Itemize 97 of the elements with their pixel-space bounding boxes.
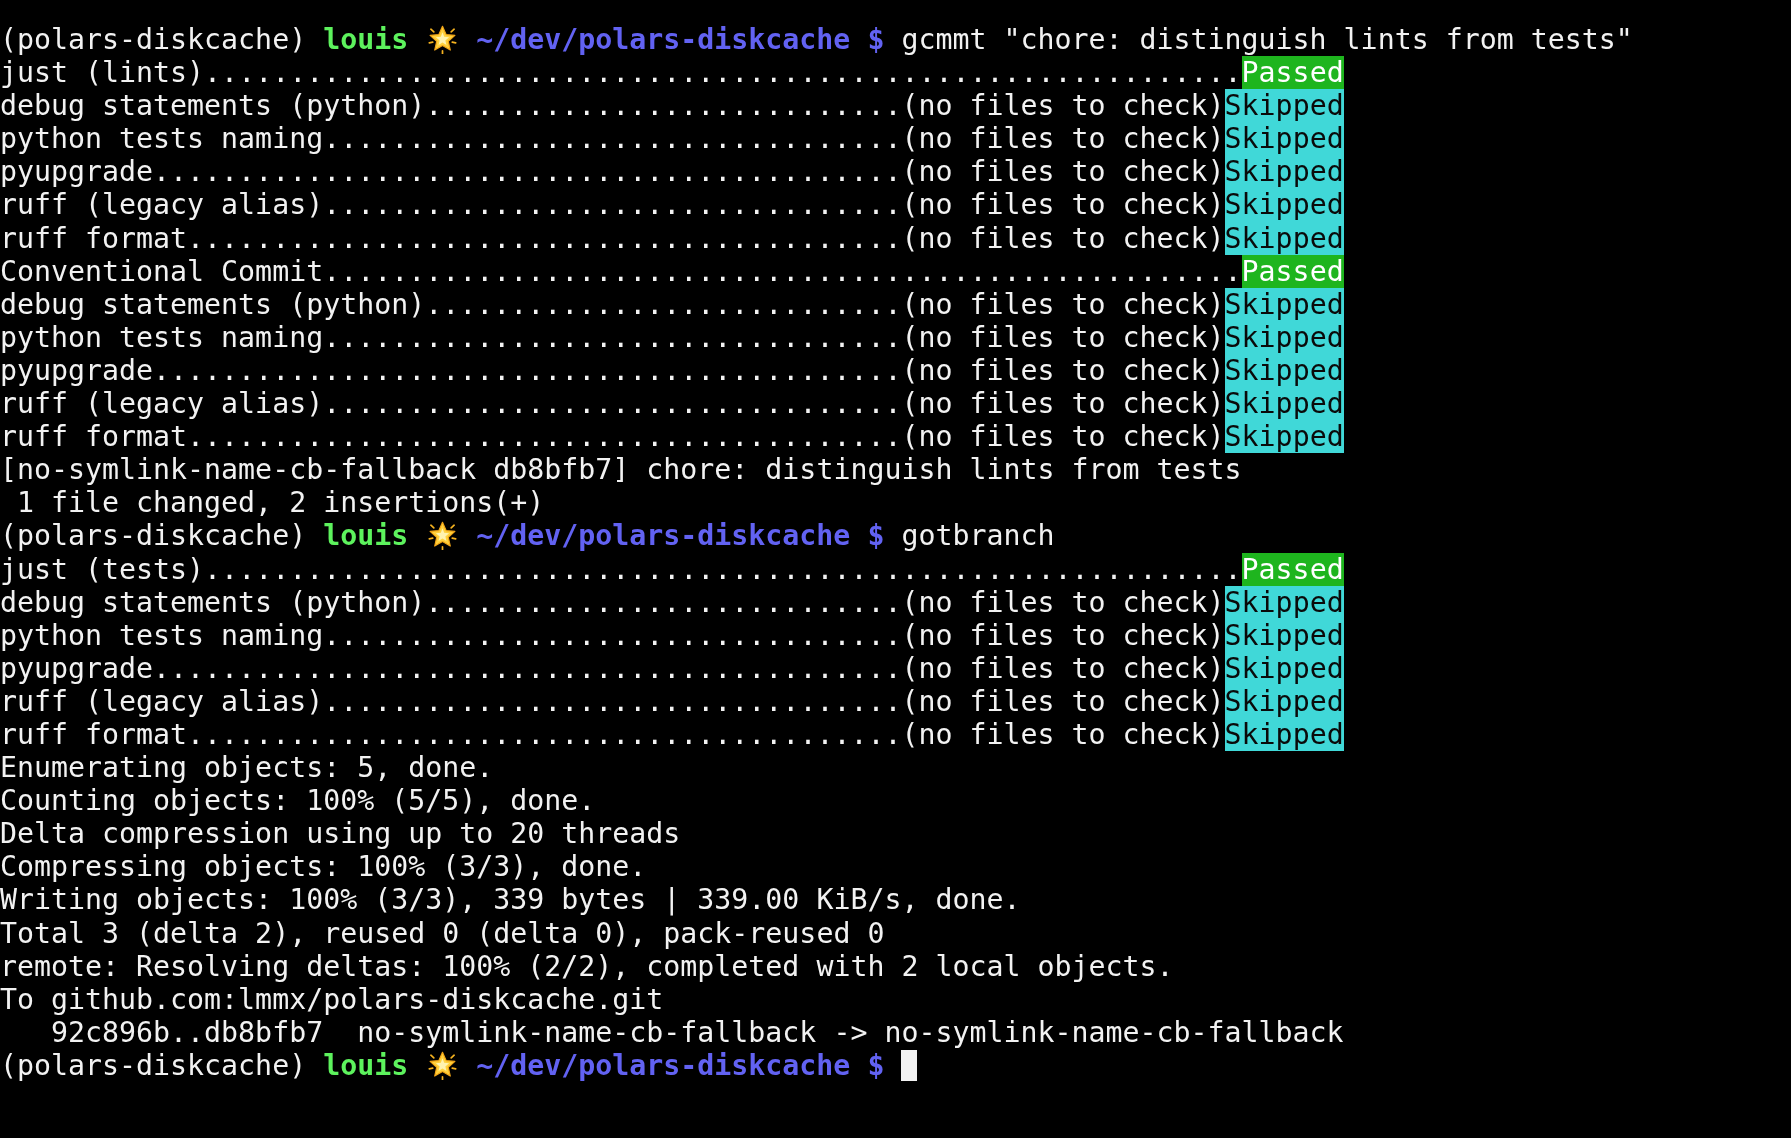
hook-name: just (lints) <box>0 56 205 90</box>
output-line: Writing objects: 100% (3/3), 339 bytes | 339.00 KiB/s, done. <box>0 883 1021 917</box>
prompt-path: ~/dev/polars-diskcache <box>476 519 851 553</box>
command-text: gotbranch <box>901 519 1055 553</box>
hook-note: (no files to check) <box>901 717 1225 751</box>
hook-name: Conventional Commit <box>0 254 324 288</box>
hook-note: (no files to check) <box>901 221 1225 255</box>
hook-name: ruff (legacy alias) <box>0 684 324 718</box>
hook-status: Skipped <box>1224 221 1344 255</box>
dot-leader: .................................. <box>323 387 902 421</box>
hook-status: Skipped <box>1224 320 1344 354</box>
hook-note: (no files to check) <box>901 387 1225 421</box>
hook-note: (no files to check) <box>901 420 1225 454</box>
hook-name: ruff (legacy alias) <box>0 188 324 222</box>
hook-name: ruff format <box>0 420 188 454</box>
hook-note: (no files to check) <box>901 585 1225 619</box>
prompt-user: louis <box>323 1048 409 1082</box>
hook-status: Passed <box>1241 552 1344 586</box>
dot-leader: ............................ <box>425 89 902 123</box>
hook-status: Skipped <box>1224 585 1344 619</box>
hook-status: Skipped <box>1224 287 1344 321</box>
hook-name: pyupgrade <box>0 155 154 189</box>
hook-name: ruff format <box>0 717 188 751</box>
output-line: Delta compression using up to 20 threads <box>0 817 681 851</box>
hook-status: Skipped <box>1224 122 1344 156</box>
hook-note: (no files to check) <box>901 188 1225 222</box>
prompt-user: louis <box>323 519 409 553</box>
hook-name: pyupgrade <box>0 651 154 685</box>
star-icon <box>427 1050 457 1080</box>
hook-status: Passed <box>1241 56 1344 90</box>
dot-leader: .......................................... <box>187 420 902 454</box>
output-line: Counting objects: 100% (5/5), done. <box>0 784 596 818</box>
dot-leader: ...................................................... <box>323 254 1242 288</box>
hook-status: Skipped <box>1224 188 1344 222</box>
dot-leader: ............................................ <box>153 651 902 685</box>
output-line: remote: Resolving deltas: 100% (2/2), completed with 2 local objects. <box>0 949 1174 983</box>
prompt-user: louis <box>323 23 409 56</box>
output-line: Enumerating objects: 5, done. <box>0 751 494 785</box>
hook-note: (no files to check) <box>901 684 1225 718</box>
prompt-symbol: $ <box>867 1048 885 1082</box>
hook-name: just (tests) <box>0 552 205 586</box>
hook-status: Skipped <box>1224 155 1344 189</box>
hook-status: Skipped <box>1224 387 1344 421</box>
hook-note: (no files to check) <box>901 353 1225 387</box>
output-line: Total 3 (delta 2), reused 0 (delta 0), pack-reused 0 <box>0 916 885 950</box>
star-icon <box>427 25 457 54</box>
dot-leader: .......................................... <box>187 221 902 255</box>
dot-leader: ............................................ <box>153 155 902 189</box>
hook-name: debug statements (python) <box>0 585 426 619</box>
hook-name: debug statements (python) <box>0 287 426 321</box>
output-line: 92c896b..db8bfb7 no-symlink-name-cb-fallback -> no-symlink-name-cb-fallback <box>50 1015 1344 1049</box>
prompt-env: (polars-diskcache) <box>0 23 307 56</box>
hook-status: Skipped <box>1224 618 1344 652</box>
hook-name: python tests naming <box>0 618 324 652</box>
dot-leader: .................................. <box>323 684 902 718</box>
hook-note: (no files to check) <box>901 89 1225 123</box>
dot-leader: .................................. <box>323 122 902 156</box>
output-line: To github.com:lmmx/polars-diskcache.git <box>0 982 664 1016</box>
dot-leader: .................................. <box>323 618 902 652</box>
prompt-env: (polars-diskcache) <box>0 519 307 553</box>
prompt-env: (polars-diskcache) <box>0 1048 307 1082</box>
dot-leader: .................................. <box>323 320 902 354</box>
prompt-path: ~/dev/polars-diskcache <box>476 23 851 56</box>
hook-note: (no files to check) <box>901 155 1225 189</box>
hook-note: (no files to check) <box>901 287 1225 321</box>
hook-status: Skipped <box>1224 717 1344 752</box>
hook-name: python tests naming <box>0 320 324 354</box>
hook-name: pyupgrade <box>0 353 154 387</box>
hook-note: (no files to check) <box>901 122 1225 156</box>
prompt-path: ~/dev/polars-diskcache <box>476 1048 851 1082</box>
dot-leader: ............................ <box>425 287 902 321</box>
hook-name: python tests naming <box>0 122 324 156</box>
command-text: gcmmt "chore: distinguish lints from tests" <box>901 23 1633 56</box>
hook-note: (no files to check) <box>901 320 1225 354</box>
hook-status: Skipped <box>1224 89 1344 123</box>
hook-status: Skipped <box>1224 684 1344 718</box>
hook-status: Skipped <box>1224 420 1344 454</box>
hook-note: (no files to check) <box>901 618 1225 652</box>
output-line: 1 file changed, 2 insertions(+) <box>16 486 545 520</box>
prompt-symbol: $ <box>867 23 885 56</box>
dot-leader: ............................................ <box>153 353 902 387</box>
hook-name: ruff (legacy alias) <box>0 387 324 421</box>
hook-name: ruff format <box>0 221 188 255</box>
dot-leader: ............................................................. <box>204 552 1242 586</box>
hook-name: debug statements (python) <box>0 89 426 123</box>
hook-status: Skipped <box>1224 651 1344 685</box>
dot-leader: ............................ <box>425 585 902 619</box>
dot-leader: .......................................... <box>187 717 902 751</box>
hook-status: Passed <box>1241 254 1344 288</box>
dot-leader: ............................................................. <box>204 56 1242 90</box>
prompt-symbol: $ <box>867 519 885 553</box>
star-icon <box>427 521 457 551</box>
hook-note: (no files to check) <box>901 651 1225 685</box>
hook-status: Skipped <box>1224 353 1344 388</box>
output-line: Compressing objects: 100% (3/3), done. <box>0 850 647 884</box>
output-line: [no-symlink-name-cb-fallback db8bfb7] chore: distinguish lints from tests <box>0 453 1242 487</box>
dot-leader: .................................. <box>323 188 902 222</box>
